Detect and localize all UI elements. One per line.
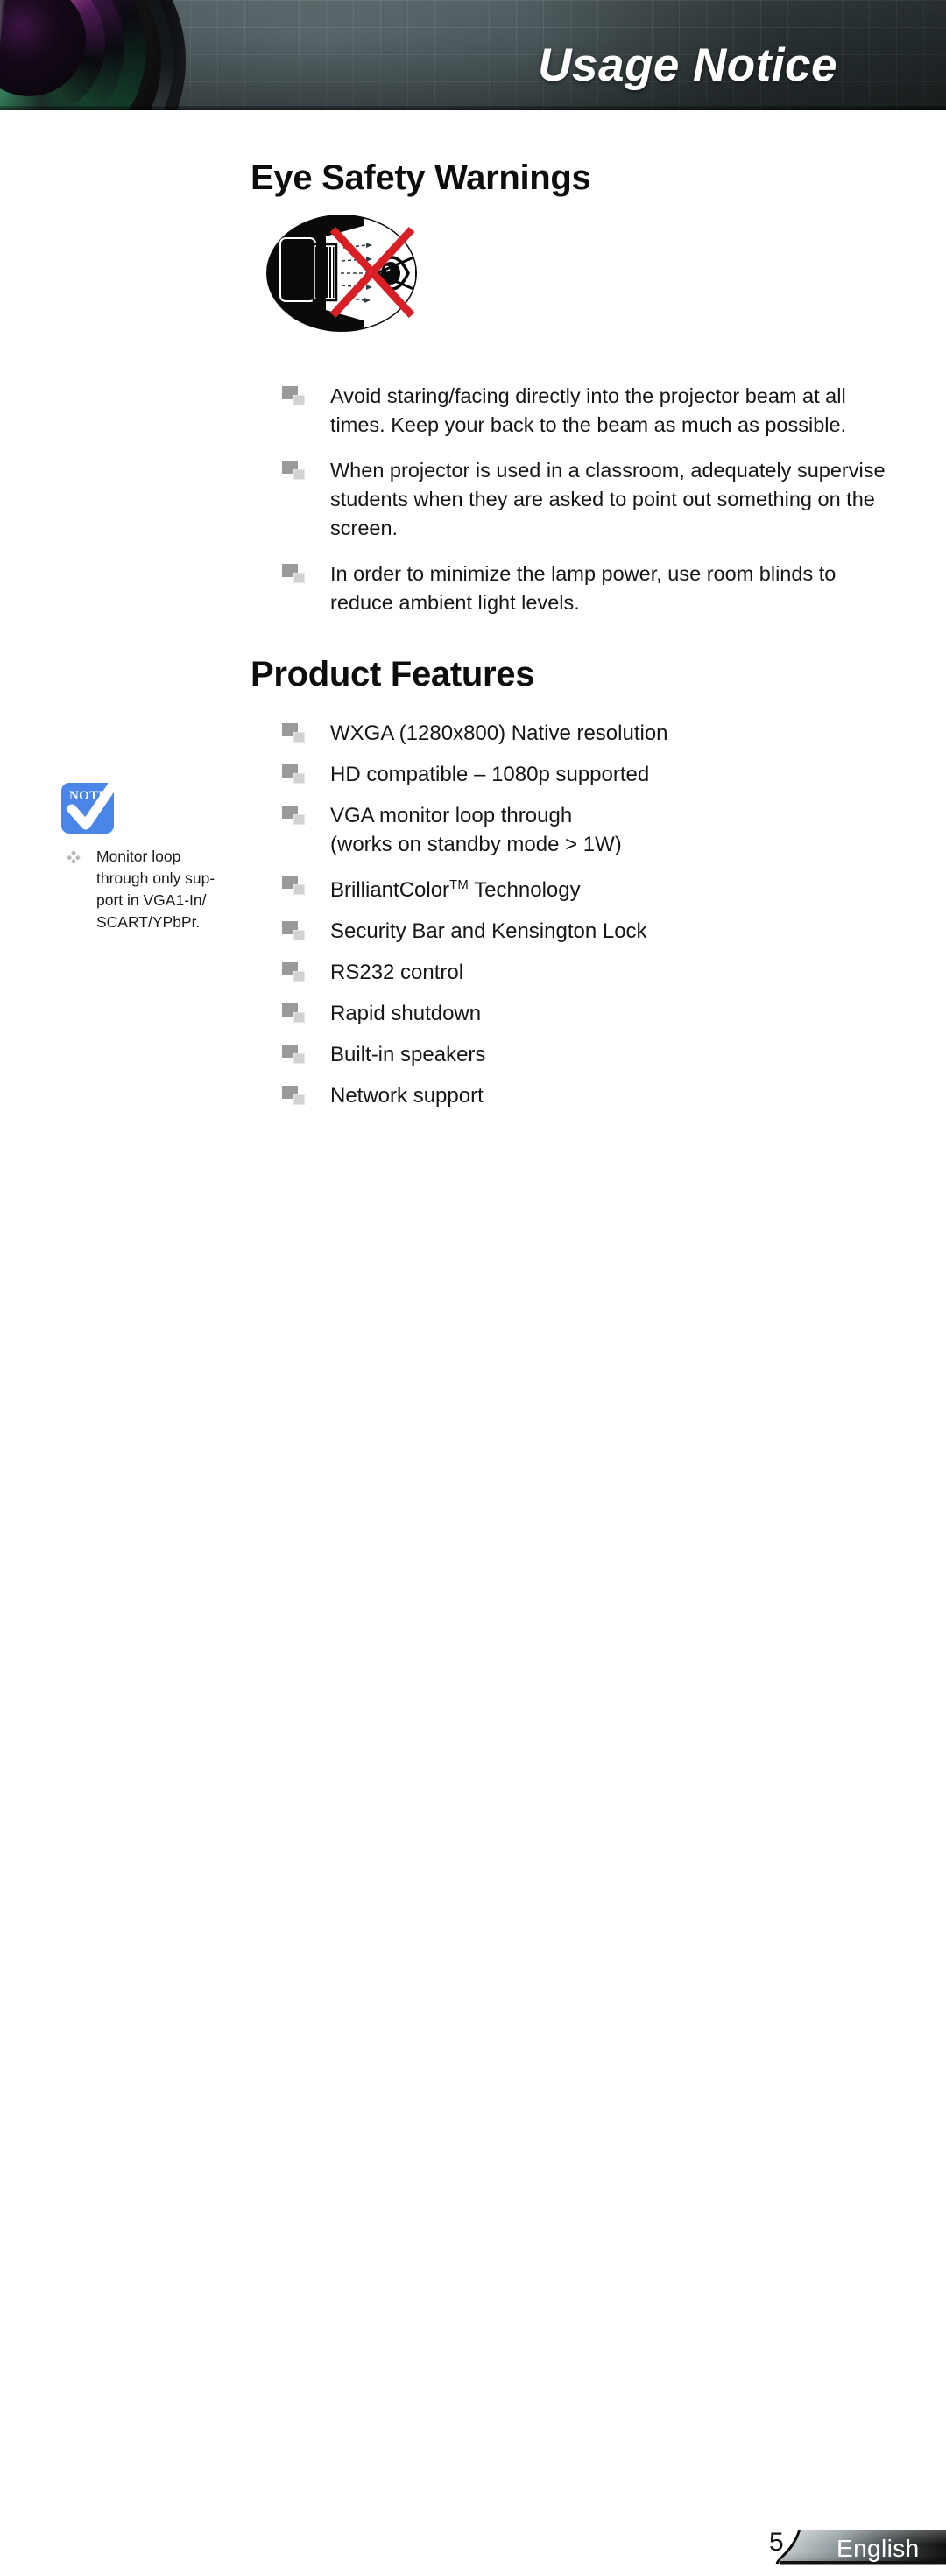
square-bullet-icon — [282, 764, 306, 785]
list-item: RS232 control — [282, 958, 895, 987]
footer-language-label: English — [837, 2535, 920, 2562]
list-item: Avoid staring/facing directly into the p… — [282, 382, 895, 440]
page-header-banner: Usage Notice — [0, 0, 946, 110]
list-item-text: BrilliantColorTM Technology — [330, 878, 581, 903]
do-not-stare-into-beam-icon — [259, 208, 424, 338]
list-item-text: Avoid staring/facing directly into the p… — [330, 384, 847, 436]
list-item-text: Rapid shutdown — [330, 1002, 482, 1026]
square-bullet-icon — [282, 921, 306, 942]
note-check-icon: NOTE — [61, 774, 124, 835]
list-item-text: WXGA (1280x800) Native resolution — [330, 721, 668, 745]
page-content: Eye Safety Warnings Avoid staring/facing… — [0, 110, 946, 1341]
list-item: Network support — [282, 1081, 895, 1110]
square-bullet-icon — [282, 1086, 306, 1107]
list-item-text: Network support — [330, 1084, 484, 1109]
list-item: Built-in speakers — [282, 1040, 895, 1069]
section-heading-eye-safety: Eye Safety Warnings — [251, 158, 591, 197]
square-bullet-icon — [282, 461, 306, 482]
list-item: Security Bar and Kensington Lock — [282, 917, 895, 946]
note-text: Monitor loop through only sup- port in V… — [96, 848, 215, 931]
square-bullet-icon — [282, 386, 306, 407]
list-item-text: Security Bar and Kensington Lock — [330, 919, 647, 944]
square-bullet-icon — [282, 806, 306, 827]
note-text-row: Monitor loop through only sup- port in V… — [61, 846, 236, 933]
list-item-text: VGA monitor loop through (works on stand… — [330, 804, 622, 856]
list-item-text: When projector is used in a classroom, a… — [330, 459, 886, 539]
list-item: HD compatible – 1080p supported — [282, 760, 895, 789]
square-bullet-icon — [282, 962, 306, 983]
list-item-text: In order to minimize the lamp power, use… — [330, 562, 837, 614]
list-item: BrilliantColorTM Technology — [282, 871, 895, 904]
list-item: WXGA (1280x800) Native resolution — [282, 719, 895, 748]
square-bullet-icon — [282, 1045, 306, 1066]
list-item-text: Built-in speakers — [330, 1043, 486, 1067]
list-item: When projector is used in a classroom, a… — [282, 456, 895, 543]
list-item: In order to minimize the lamp power, use… — [282, 560, 895, 617]
page-number: 5 — [769, 2528, 784, 2557]
list-item: Rapid shutdown — [282, 999, 895, 1028]
product-features-bullet-list: WXGA (1280x800) Native resolution HD com… — [282, 719, 895, 1123]
list-item-text: HD compatible – 1080p supported — [330, 763, 650, 786]
square-bullet-icon — [282, 564, 306, 585]
list-item: VGA monitor loop through (works on stand… — [282, 801, 895, 859]
eye-safety-bullet-list: Avoid staring/facing directly into the p… — [282, 382, 895, 634]
section-heading-product-features: Product Features — [251, 654, 535, 693]
diamond-cluster-bullet-icon — [67, 850, 81, 864]
page-title: Usage Notice — [538, 39, 837, 91]
square-bullet-icon — [282, 723, 306, 744]
camera-lens-icon — [0, 0, 186, 110]
list-item-text: RS232 control — [330, 961, 464, 985]
square-bullet-icon — [282, 1003, 306, 1024]
page-footer: 5 English — [0, 1261, 946, 2565]
note-callout: NOTE Monitor loop through only sup- port… — [61, 774, 236, 933]
square-bullet-icon — [282, 876, 306, 897]
